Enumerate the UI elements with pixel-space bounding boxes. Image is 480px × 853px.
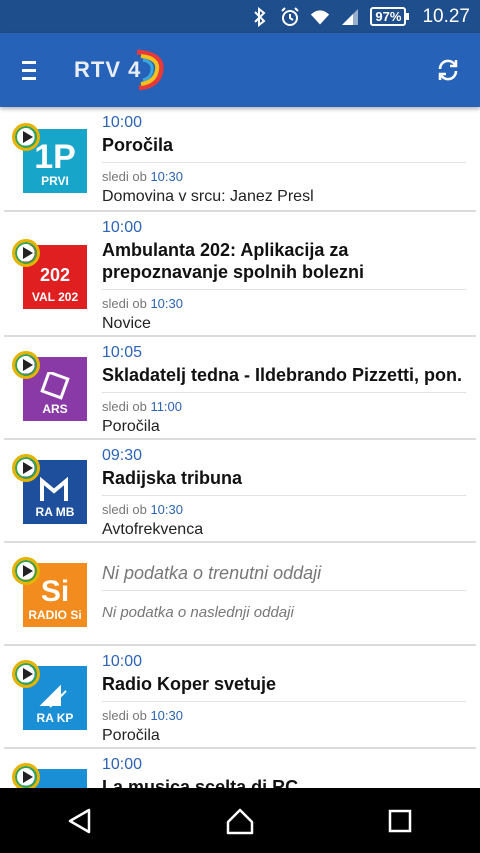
divider [102, 495, 466, 496]
station-row[interactable]: 10:00 La musica scelta di RC [4, 749, 476, 788]
ars-logo-icon [40, 372, 70, 400]
next-title: Poročila [102, 418, 160, 435]
rakp-logo-icon [39, 684, 67, 708]
recents-icon[interactable] [370, 791, 430, 851]
play-icon[interactable] [12, 660, 40, 688]
station-logo-label: ARS [42, 402, 68, 416]
nav-bar [0, 788, 480, 853]
station-row[interactable]: RA KP 10:00 Radio Koper svetuje sledi ob… [4, 646, 476, 749]
station-row[interactable]: 202 VAL 202 10:00 Ambulanta 202: Aplikac… [4, 212, 476, 337]
ramb-logo-icon [40, 476, 68, 501]
station-row[interactable]: ARS 10:05 Skladatelj tedna - Ildebrando … [4, 337, 476, 440]
next-label: sledi ob [102, 708, 147, 723]
play-icon[interactable] [12, 351, 40, 379]
next-info: sledi ob 11:00 [102, 399, 472, 415]
next-info: Ni podatka o naslednji oddaji [102, 604, 294, 621]
back-icon[interactable] [50, 791, 110, 851]
current-time: 10:05 [102, 344, 143, 361]
menu-icon[interactable] [18, 53, 52, 87]
current-title: Radijska tribuna [102, 468, 243, 488]
next-info: sledi ob 10:30 [102, 169, 472, 185]
station-row[interactable]: Si RADIO Si Ni podatka o trenutni oddaji… [4, 543, 476, 646]
station-logo-mark: 202 [39, 265, 71, 285]
play-icon[interactable] [12, 239, 40, 267]
play-icon[interactable] [12, 763, 40, 788]
current-title: Ni podatka o trenutni oddaji [102, 563, 322, 583]
current-time: 10:00 [102, 756, 143, 773]
station-logo-mark: 1P [34, 138, 76, 176]
logo-swirl-icon [137, 49, 164, 91]
station-row[interactable]: RA MB 09:30 Radijska tribuna sledi ob 10… [4, 440, 476, 543]
battery-indicator: 97% [370, 7, 410, 26]
next-label: sledi ob [102, 502, 147, 517]
current-title: Ambulanta 202: Aplikacija za prepoznavan… [102, 240, 365, 282]
divider [102, 392, 466, 393]
current-time: 10:00 [102, 114, 143, 131]
refresh-icon[interactable] [434, 56, 462, 84]
divider [102, 590, 466, 591]
next-time: 10:30 [150, 169, 183, 184]
station-logo-label: RA MB [35, 505, 75, 519]
app-logo-text: RTV 4 [74, 57, 142, 82]
station-list[interactable]: 1P PRVI 10:00 Poročila sledi ob 10:30 Do… [0, 107, 480, 788]
next-info: sledi ob 10:30 [102, 296, 472, 312]
next-time: 10:30 [150, 502, 183, 517]
station-logo-label: VAL 202 [31, 290, 79, 304]
alarm-icon [280, 6, 300, 27]
signal-icon [340, 7, 360, 27]
current-title: Radio Koper svetuje [102, 674, 277, 694]
divider [102, 162, 466, 163]
station-row[interactable]: 1P PRVI 10:00 Poročila sledi ob 10:30 Do… [4, 107, 476, 212]
next-title: Novice [102, 315, 151, 332]
next-label: sledi ob [102, 296, 147, 311]
play-icon[interactable] [12, 557, 40, 585]
current-time: 10:00 [102, 219, 143, 236]
next-title: Poročila [102, 727, 160, 744]
app-bar: RTV 4 [0, 33, 480, 107]
divider [102, 289, 466, 290]
next-label: sledi ob [102, 169, 147, 184]
next-time: 10:30 [150, 708, 183, 723]
next-label: sledi ob [102, 399, 147, 414]
play-icon[interactable] [12, 454, 40, 482]
bluetooth-icon [250, 6, 270, 27]
next-title: Domovina v srcu: Janez Presl [102, 188, 314, 205]
home-icon[interactable] [210, 791, 270, 851]
divider [102, 701, 466, 702]
next-title: Avtofrekvenca [102, 521, 204, 538]
current-title: Skladatelj tedna - Ildebrando Pizzetti, … [102, 365, 463, 385]
status-bar: 97% 10.27 [0, 0, 480, 33]
next-info: sledi ob 10:30 [102, 502, 472, 518]
station-logo-label: PRVI [41, 174, 69, 188]
next-time: 11:00 [150, 399, 183, 414]
current-title: La musica scelta di RC [102, 777, 299, 788]
next-time: 10:30 [150, 296, 183, 311]
app-logo: RTV 4 [74, 48, 167, 92]
play-icon[interactable] [12, 123, 40, 151]
station-logo-label: RA KP [36, 711, 74, 725]
current-title: Poročila [102, 135, 174, 155]
next-info: sledi ob 10:30 [102, 708, 472, 724]
current-time: 10:00 [102, 653, 143, 670]
station-logo-mark: Si [40, 575, 70, 608]
wifi-icon [310, 7, 330, 27]
clock: 10.27 [422, 5, 470, 27]
station-logo-label: RADIO Si [28, 608, 82, 622]
current-time: 09:30 [102, 447, 143, 464]
